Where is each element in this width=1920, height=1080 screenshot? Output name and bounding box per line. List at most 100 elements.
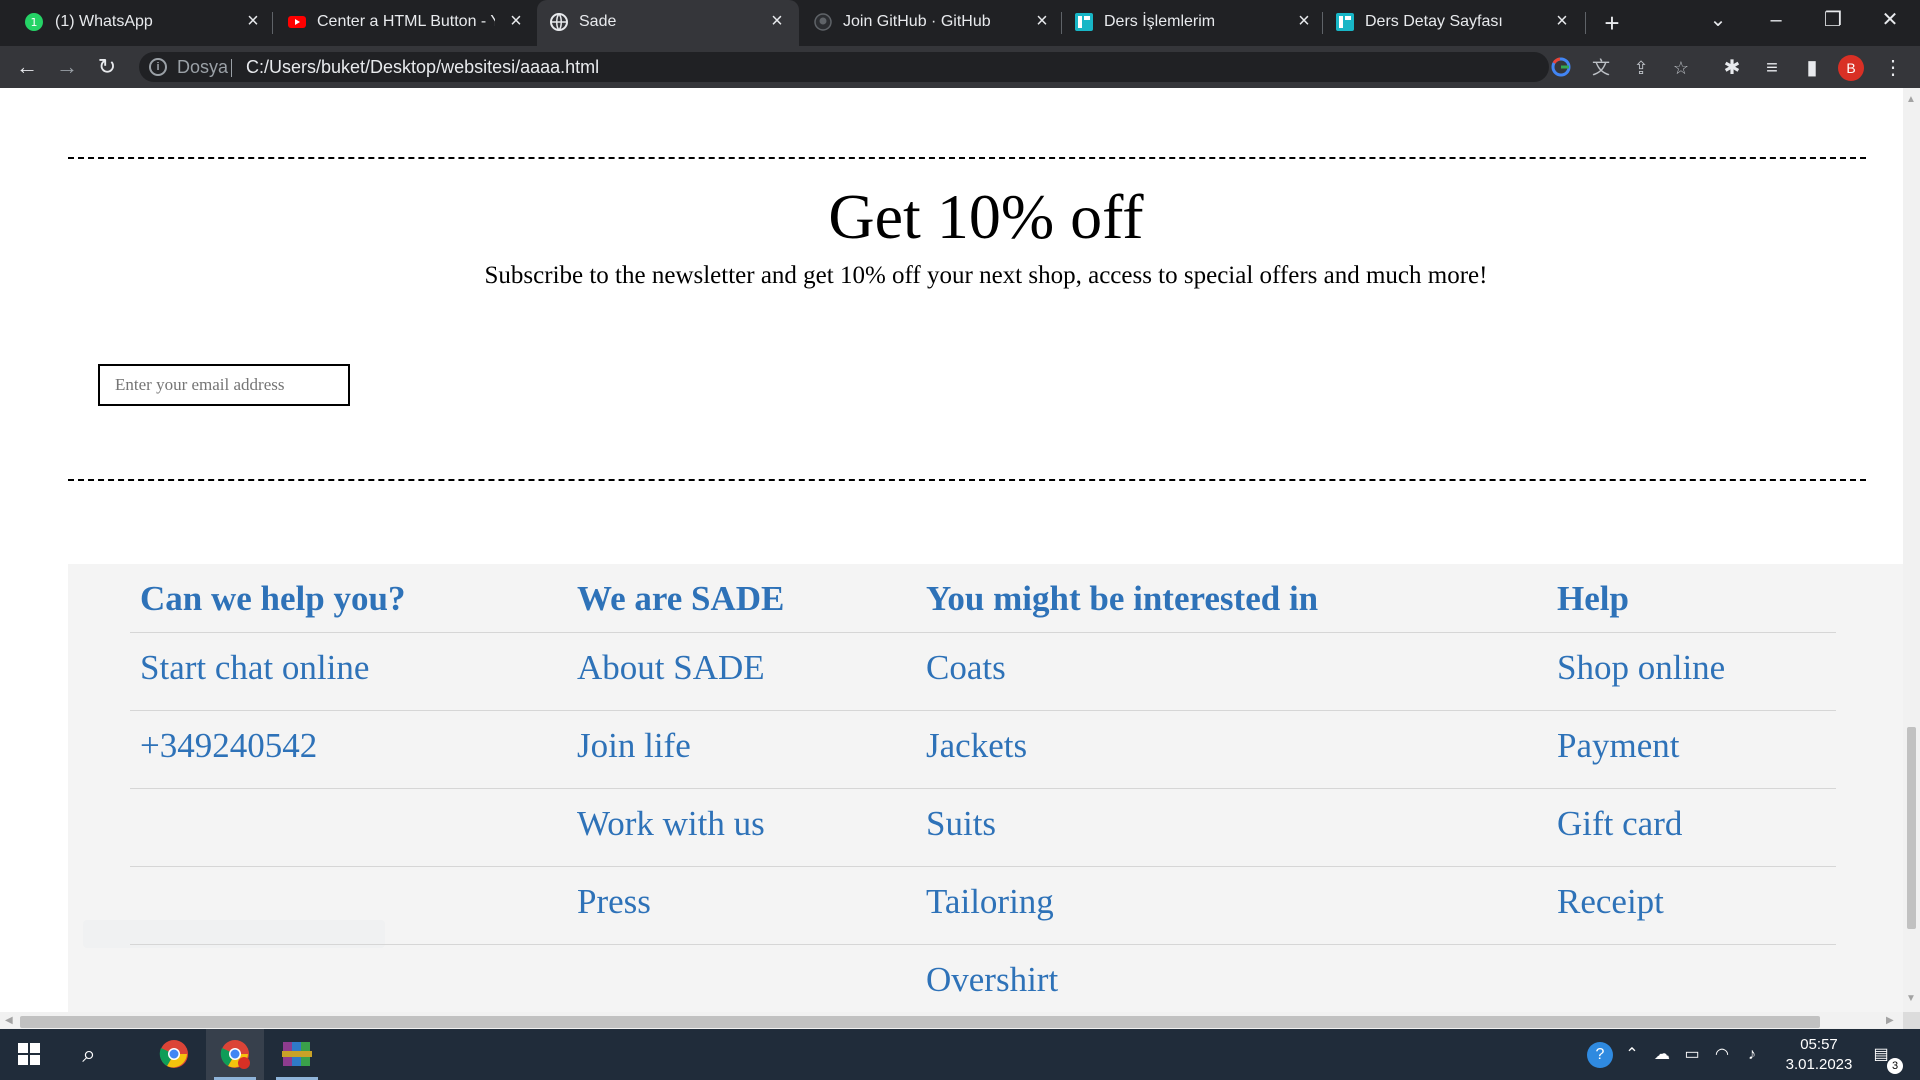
- footer-heading: Can we help you?: [140, 579, 406, 618]
- footer-link[interactable]: Press: [577, 882, 651, 922]
- course-app-icon: [1074, 12, 1094, 32]
- close-tab-icon[interactable]: ×: [505, 10, 527, 32]
- page-viewport: Get 10% off Subscribe to the newsletter …: [0, 88, 1903, 1012]
- tab-search-icon[interactable]: ⌄: [1688, 0, 1748, 40]
- share-icon[interactable]: ⇪: [1630, 57, 1652, 79]
- close-window-button[interactable]: ✕: [1860, 0, 1920, 40]
- scroll-right-arrow-icon[interactable]: ▶: [1886, 1015, 1894, 1027]
- tab-title: Join GitHub · GitHub: [843, 13, 991, 30]
- chrome-profile-icon[interactable]: [206, 1029, 264, 1080]
- search-icon[interactable]: ⌕: [60, 1029, 118, 1080]
- scroll-down-arrow-icon[interactable]: ▼: [1906, 993, 1916, 1005]
- address-bar[interactable]: i Dosya C:/Users/buket/Desktop/websitesi…: [139, 52, 1689, 82]
- footer-link[interactable]: Gift card: [1557, 804, 1682, 844]
- forward-button[interactable]: →: [52, 52, 82, 82]
- show-hidden-icons-chevron-icon[interactable]: ⌃: [1621, 1044, 1643, 1066]
- horizontal-scroll-thumb[interactable]: [20, 1016, 1820, 1028]
- windows-start-icon[interactable]: [0, 1029, 58, 1080]
- github-icon: [813, 12, 833, 32]
- close-tab-icon[interactable]: ×: [1551, 10, 1573, 32]
- help-icon[interactable]: ?: [1587, 1042, 1613, 1068]
- youtube-icon: [287, 12, 307, 32]
- extensions-icon[interactable]: ✱: [1719, 55, 1745, 81]
- tab-youtube[interactable]: Center a HTML Button - Yo ×: [273, 0, 535, 46]
- new-tab-button[interactable]: +: [1596, 7, 1628, 39]
- top-dashed-divider: [68, 157, 1866, 159]
- address-url[interactable]: C:/Users/buket/Desktop/websitesi/aaaa.ht…: [246, 57, 599, 78]
- clock-date: 3.01.2023: [1785, 1056, 1853, 1073]
- footer-link[interactable]: Start chat online: [140, 648, 369, 688]
- side-panel-icon[interactable]: ▮: [1799, 55, 1825, 81]
- footer-link[interactable]: Coats: [926, 648, 1006, 688]
- footer-link[interactable]: Work with us: [577, 804, 765, 844]
- close-tab-icon[interactable]: ×: [242, 10, 264, 32]
- minimize-button[interactable]: –: [1746, 0, 1806, 40]
- footer-heading: Help: [1557, 579, 1629, 618]
- tab-divider: [1585, 12, 1586, 34]
- footer-link[interactable]: Tailoring: [926, 882, 1054, 922]
- back-button[interactable]: ←: [12, 52, 42, 82]
- tab-title: Center a HTML Button - Yo: [317, 13, 495, 30]
- site-info-icon[interactable]: i: [149, 58, 167, 76]
- tab-title: Ders Detay Sayfası: [1365, 13, 1503, 30]
- reading-list-icon[interactable]: ≡: [1759, 55, 1785, 81]
- promo-subtitle: Subscribe to the newsletter and get 10% …: [484, 262, 1488, 289]
- scroll-left-arrow-icon[interactable]: ◀: [5, 1015, 13, 1027]
- tab-sade[interactable]: Sade ×: [537, 0, 799, 46]
- volume-icon[interactable]: ♪: [1741, 1044, 1763, 1066]
- windows-taskbar: ⌕ ? ⌃ ☁ ▭ ◠ ♪ 05:57 3.01.2023 ▤: [0, 1029, 1920, 1080]
- chrome-icon[interactable]: [145, 1029, 203, 1080]
- vertical-scroll-thumb[interactable]: [1903, 727, 1920, 929]
- tab-ders-detay[interactable]: Ders Detay Sayfası ×: [1323, 0, 1585, 46]
- menu-kebab-icon[interactable]: ⋮: [1880, 55, 1906, 81]
- reload-button[interactable]: ↻: [92, 52, 122, 82]
- google-lens-icon[interactable]: [1550, 57, 1572, 79]
- bottom-dashed-divider: [68, 479, 1866, 481]
- bookmark-star-icon[interactable]: ☆: [1670, 57, 1692, 79]
- clock-time: 05:57: [1800, 1036, 1838, 1053]
- footer-link[interactable]: Jackets: [926, 726, 1027, 766]
- footer-row-divider: [130, 710, 1836, 711]
- footer-link[interactable]: Payment: [1557, 726, 1679, 766]
- course-app-icon: [1335, 12, 1355, 32]
- wifi-icon[interactable]: ◠: [1711, 1044, 1733, 1066]
- site-footer: Can we help you? Start chat online +3492…: [68, 564, 1903, 1012]
- tab-github[interactable]: Join GitHub · GitHub ×: [801, 0, 1061, 46]
- footer-link[interactable]: Join life: [577, 726, 691, 766]
- scrollbar-corner: [1903, 1012, 1920, 1029]
- translate-icon[interactable]: 文: [1590, 57, 1612, 79]
- system-clock[interactable]: 05:57 3.01.2023: [1774, 1035, 1864, 1075]
- winrar-icon[interactable]: [268, 1029, 326, 1080]
- scroll-up-arrow-icon[interactable]: ▲: [1906, 94, 1916, 106]
- footer-link[interactable]: Shop online: [1557, 648, 1725, 688]
- footer-link[interactable]: +349240542: [140, 726, 317, 766]
- footer-heading: You might be interested in: [926, 579, 1319, 618]
- footer-link[interactable]: Receipt: [1557, 882, 1664, 922]
- address-divider: [231, 59, 232, 77]
- tab-strip: 1 (1) WhatsApp × Center a HTML Button - …: [0, 0, 1920, 46]
- close-tab-icon[interactable]: ×: [1031, 10, 1053, 32]
- restore-button[interactable]: ❐: [1803, 0, 1863, 40]
- footer-link[interactable]: Suits: [926, 804, 996, 844]
- email-input[interactable]: [98, 364, 350, 406]
- close-tab-icon[interactable]: ×: [1293, 10, 1315, 32]
- tab-ders-islemlerim[interactable]: Ders İşlemlerim ×: [1062, 0, 1322, 46]
- close-tab-icon[interactable]: ×: [766, 10, 788, 32]
- battery-icon[interactable]: ▭: [1681, 1044, 1703, 1066]
- globe-icon: [549, 12, 569, 32]
- footer-link[interactable]: About SADE: [577, 648, 765, 688]
- svg-text:1: 1: [31, 16, 38, 29]
- address-scheme-label: Dosya: [177, 57, 229, 77]
- whatsapp-icon: 1: [24, 12, 44, 32]
- tab-title: Sade: [579, 13, 617, 30]
- promo-title: Get 10% off: [828, 181, 1144, 252]
- browser-toolbar: ← → ↻ i Dosya C:/Users/buket/Desktop/web…: [0, 46, 1920, 88]
- onedrive-icon[interactable]: ☁: [1651, 1044, 1673, 1066]
- tab-title: Ders İşlemlerim: [1104, 13, 1216, 30]
- tab-whatsapp[interactable]: 1 (1) WhatsApp ×: [0, 0, 270, 46]
- footer-row-divider: [130, 866, 1836, 867]
- profile-avatar[interactable]: B: [1838, 55, 1864, 81]
- footer-heading: We are SADE: [577, 579, 785, 618]
- footer-link[interactable]: Overshirt: [926, 960, 1058, 1000]
- footer-row-divider: [130, 944, 1836, 945]
